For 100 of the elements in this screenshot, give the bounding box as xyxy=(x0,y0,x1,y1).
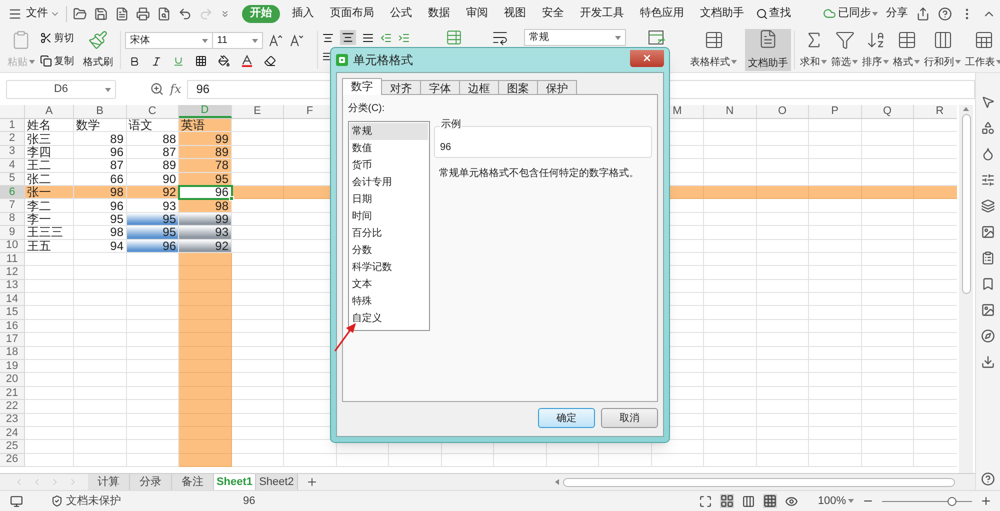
font-select[interactable]: 宋体 xyxy=(125,32,213,49)
preview-icon[interactable] xyxy=(157,6,171,20)
category-item[interactable]: 文本 xyxy=(350,276,428,293)
category-item[interactable]: 科学记数 xyxy=(350,259,428,276)
chevron-icon[interactable] xyxy=(220,8,230,18)
share-icon[interactable] xyxy=(916,6,930,20)
clipboard-icon[interactable] xyxy=(981,251,995,265)
ribbon-button[interactable]: 格式 xyxy=(891,30,922,70)
wrap-icon[interactable] xyxy=(490,29,510,46)
shapes-icon[interactable] xyxy=(981,121,995,135)
add-sheet-icon[interactable] xyxy=(306,476,318,488)
row-header[interactable]: 11 xyxy=(0,252,25,266)
row-header[interactable]: 3 xyxy=(0,146,25,160)
bookmark-icon[interactable] xyxy=(981,277,995,291)
assistant-button[interactable]: 文档助手 xyxy=(745,28,791,70)
row-header[interactable]: 15 xyxy=(0,306,25,320)
menu-tab[interactable]: 数据 xyxy=(420,4,458,22)
column-header[interactable]: A xyxy=(25,105,74,118)
search-button[interactable]: 查找 xyxy=(756,5,791,22)
zoom-icon[interactable] xyxy=(150,82,164,96)
layout-view-icon[interactable] xyxy=(762,494,777,508)
category-item[interactable]: 自定义 xyxy=(350,310,428,327)
image-icon[interactable] xyxy=(981,303,995,317)
category-item[interactable]: 特殊 xyxy=(350,293,428,310)
align-top-icon[interactable] xyxy=(322,32,334,44)
slider-thumb[interactable] xyxy=(948,496,957,506)
sheet-tab[interactable]: Sheet2 xyxy=(256,474,298,490)
help-icon[interactable] xyxy=(938,6,952,20)
ribbon-button[interactable]: 行和列 xyxy=(922,30,963,70)
row-header[interactable]: 18 xyxy=(0,346,25,360)
eye-icon[interactable] xyxy=(784,494,798,508)
ribbon-button[interactable]: 筛选 xyxy=(829,30,860,70)
menu-tab[interactable]: 安全 xyxy=(534,4,572,22)
dialog-button[interactable]: 取消 xyxy=(601,408,658,428)
image-icon[interactable] xyxy=(981,225,995,239)
row-header[interactable]: 4 xyxy=(0,159,25,173)
column-header[interactable]: N xyxy=(704,105,756,118)
italic-icon[interactable] xyxy=(151,56,162,66)
menu-tab[interactable]: 视图 xyxy=(496,4,534,22)
align-bottom-icon[interactable] xyxy=(362,32,374,44)
help-icon[interactable] xyxy=(981,472,995,486)
dialog-tab[interactable]: 边框 xyxy=(459,80,499,95)
category-item[interactable]: 货币 xyxy=(350,157,428,174)
row-header[interactable]: 26 xyxy=(0,454,25,468)
fill-icon[interactable] xyxy=(218,55,230,67)
compass-icon[interactable] xyxy=(981,329,995,343)
horizontal-scrollbar[interactable] xyxy=(555,476,955,488)
droplet-icon[interactable] xyxy=(981,147,995,161)
row-header[interactable]: 9 xyxy=(0,226,25,240)
column-header[interactable]: E xyxy=(232,105,284,118)
font-size-select[interactable]: 11 xyxy=(213,32,263,49)
category-item[interactable]: 时间 xyxy=(350,208,428,225)
bold-icon[interactable] xyxy=(129,56,140,66)
category-item[interactable]: 会计专用 xyxy=(350,174,428,191)
dialog-tab[interactable]: 字体 xyxy=(420,80,460,95)
row-header[interactable]: 22 xyxy=(0,400,25,414)
row-header[interactable]: 7 xyxy=(0,199,25,213)
zoom-level[interactable]: 100% xyxy=(818,492,854,510)
dialog-button[interactable]: 确定 xyxy=(538,408,595,428)
row-header[interactable]: 17 xyxy=(0,333,25,347)
row-header[interactable]: 21 xyxy=(0,386,25,400)
category-item[interactable]: 常规 xyxy=(350,123,428,140)
format-painter-button[interactable]: 格式刷 xyxy=(80,30,116,70)
sheet-tab[interactable]: 备注 xyxy=(172,474,214,490)
category-item[interactable]: 分数 xyxy=(350,242,428,259)
menu-tab[interactable]: 页面布局 xyxy=(322,4,382,22)
number-format-select[interactable]: 常规 xyxy=(524,29,626,46)
ribbon-button[interactable]: 求和 xyxy=(798,30,829,70)
menu-tab[interactable]: 文档助手 xyxy=(692,4,752,22)
underline-icon[interactable] xyxy=(173,56,184,66)
border-icon[interactable] xyxy=(195,55,207,67)
eraser-icon[interactable] xyxy=(264,55,276,67)
printer-icon[interactable] xyxy=(136,6,150,20)
grid-view-icon[interactable] xyxy=(720,494,734,508)
sync-button[interactable]: 已同步 xyxy=(823,5,878,22)
column-header[interactable]: B xyxy=(74,105,126,118)
row-header[interactable]: 14 xyxy=(0,293,25,306)
row-header[interactable]: 19 xyxy=(0,360,25,374)
document-icon[interactable] xyxy=(115,6,129,20)
page-view-icon[interactable] xyxy=(742,494,755,508)
sliders-icon[interactable] xyxy=(981,173,995,187)
zoom-in-icon[interactable] xyxy=(980,495,992,507)
undo-icon[interactable] xyxy=(178,6,192,20)
menu-tab[interactable]: 公式 xyxy=(382,4,420,22)
dialog-tab[interactable]: 保护 xyxy=(537,80,577,95)
scrollbar-thumb[interactable] xyxy=(962,114,970,294)
ribbon-button[interactable]: 排序 xyxy=(860,30,891,70)
sheet-tab[interactable]: Sheet1 xyxy=(214,474,256,490)
column-header[interactable]: O xyxy=(756,105,809,118)
merge-icon[interactable] xyxy=(444,29,464,46)
layers-icon[interactable] xyxy=(981,199,995,213)
file-menu[interactable]: 文件 xyxy=(26,5,60,22)
row-header[interactable]: 24 xyxy=(0,426,25,440)
copy-button[interactable]: 复制 xyxy=(40,54,80,68)
pointer-icon[interactable] xyxy=(981,95,995,109)
row-header[interactable]: 8 xyxy=(0,212,25,226)
ribbon-button[interactable]: 表格样式 xyxy=(688,30,739,70)
menu-tab[interactable]: 插入 xyxy=(284,4,322,22)
row-header[interactable]: 25 xyxy=(0,440,25,454)
category-item[interactable]: 数值 xyxy=(350,140,428,157)
